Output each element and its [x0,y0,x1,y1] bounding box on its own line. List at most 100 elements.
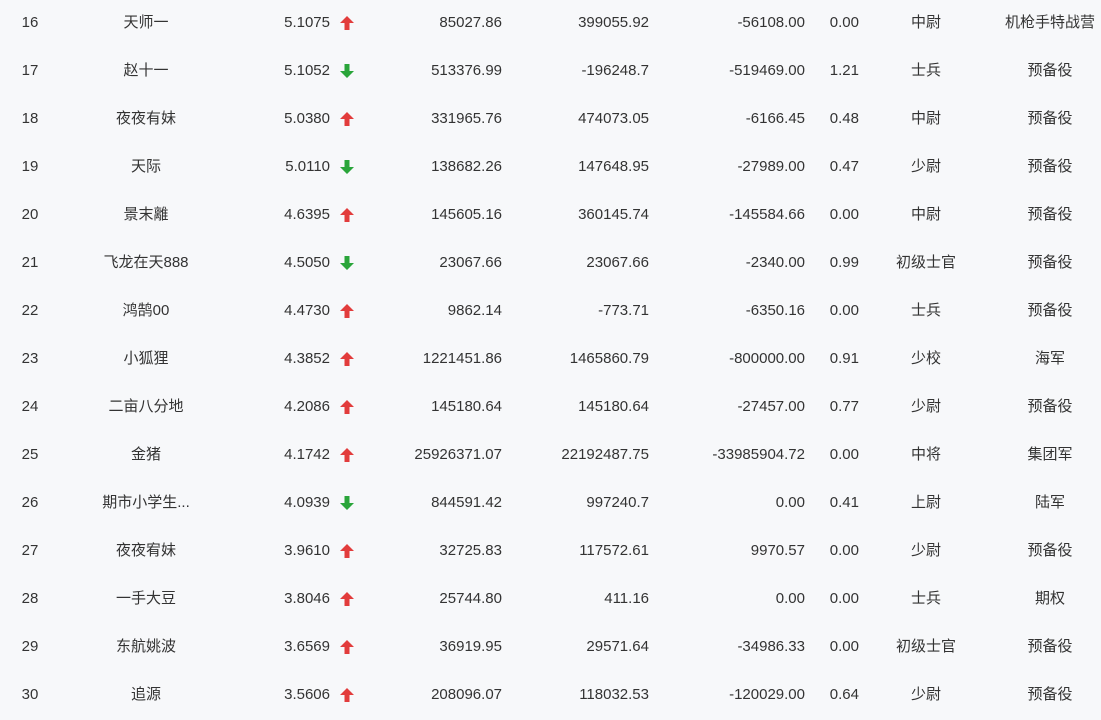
value1-cell: 25744.80 [439,590,502,607]
trader-name-cell[interactable]: 夜夜有妹 [86,95,206,143]
unit-cell: 预备役 [1027,206,1073,223]
ratio-cell: 0.00 [829,206,859,223]
table-row[interactable]: 19 天际 5.0110 138682.26 147648.95 -27989.00 0.4… [0,143,1101,191]
value1-cell: 25926371.07 [414,446,502,463]
unit-cell: 预备役 [1027,254,1073,271]
table-row[interactable]: 28 一手大豆 3.8046 25744.80 411.16 0.00 0.00 士兵 期权 [0,575,1101,623]
rank-cell: 25 [21,446,39,463]
trader-name-cell[interactable]: 景末離 [86,191,206,239]
military-rank-cell: 中尉 [910,14,941,31]
value1-cell: 36919.95 [439,638,502,655]
table-row[interactable]: 29 东航姚波 3.6569 36919.95 29571.64 -34986.33 0.0… [0,623,1101,671]
value1-cell: 1221451.86 [422,350,502,367]
ratio-cell: 0.00 [829,638,859,655]
value3-cell: -145584.66 [729,206,805,223]
ratio-cell: 0.00 [829,542,859,559]
score-cell: 3.6569 [284,638,330,655]
arrow-down-icon [340,496,354,510]
rank-cell: 18 [21,110,39,127]
arrow-up-icon [340,448,354,462]
military-rank-cell: 上尉 [910,494,941,511]
value1-cell: 331965.76 [431,110,502,127]
arrow-down-icon [340,64,354,78]
value3-cell: -2340.00 [745,254,805,271]
table-row[interactable]: 25 金猪 4.1742 25926371.07 22192487.75 -3398590… [0,431,1101,479]
table-row[interactable]: 26 期市小学生... 4.0939 844591.42 997240.7 0.00 0.4… [0,479,1101,527]
trader-name-cell[interactable]: 鸿鹄00 [86,287,206,335]
military-rank-cell: 少尉 [910,158,941,175]
trader-name-cell[interactable]: 金猪 [86,431,206,479]
value1-cell: 85027.86 [439,14,502,31]
table-row[interactable]: 22 鸿鹄00 4.4730 9862.14 -773.71 -6350.16 0.00 士兵… [0,287,1101,335]
rank-cell: 16 [21,14,39,31]
value2-cell: 23067.66 [586,254,649,271]
rank-cell: 26 [21,494,39,511]
ratio-cell: 0.77 [829,398,859,415]
value3-cell: -6166.45 [745,110,805,127]
score-cell: 4.3852 [284,350,330,367]
score-cell: 4.6395 [284,206,330,223]
table-row[interactable]: 24 二亩八分地 4.2086 145180.64 145180.64 -27457.00… [0,383,1101,431]
ratio-cell: 0.00 [829,446,859,463]
trader-name-cell[interactable]: 天师一 [86,0,206,47]
value1-cell: 844591.42 [431,494,502,511]
rank-cell: 27 [21,542,39,559]
trader-name-cell[interactable]: 一手大豆 [86,575,206,623]
value2-cell: 474073.05 [578,110,649,127]
table-row[interactable]: 23 小狐狸 4.3852 1221451.86 1465860.79 -800000.0… [0,335,1101,383]
value1-cell: 32725.83 [439,542,502,559]
arrow-up-icon [340,112,354,126]
trader-name-cell[interactable]: 期市小学生... [86,479,206,527]
ratio-cell: 0.00 [829,14,859,31]
unit-cell: 陆军 [1034,494,1065,511]
unit-cell: 预备役 [1027,302,1073,319]
ranking-table: 16 天师一 5.1075 85027.86 399055.92 -56108.00 0.0… [0,0,1101,720]
rank-cell: 17 [21,62,39,79]
ratio-cell: 0.00 [829,590,859,607]
military-rank-cell: 士兵 [910,62,941,79]
value1-cell: 23067.66 [439,254,502,271]
score-cell: 4.4730 [284,302,330,319]
trader-name-cell[interactable]: 赵十一 [86,47,206,95]
ratio-cell: 0.41 [829,494,859,511]
value3-cell: -27989.00 [737,158,805,175]
military-rank-cell: 中尉 [910,206,941,223]
score-cell: 4.0939 [284,494,330,511]
ratio-cell: 0.47 [829,158,859,175]
value3-cell: 0.00 [775,494,805,511]
arrow-up-icon [340,544,354,558]
score-cell: 5.1075 [284,14,330,31]
value1-cell: 138682.26 [431,158,502,175]
trader-name-cell[interactable]: 小狐狸 [86,335,206,383]
value2-cell: 22192487.75 [561,446,649,463]
trader-name-cell[interactable]: 二亩八分地 [86,383,206,431]
value2-cell: 399055.92 [578,14,649,31]
value2-cell: 145180.64 [578,398,649,415]
rank-cell: 28 [21,590,39,607]
table-row[interactable]: 20 景末離 4.6395 145605.16 360145.74 -145584.66 0… [0,191,1101,239]
military-rank-cell: 少尉 [910,398,941,415]
military-rank-cell: 少尉 [910,542,941,559]
ratio-cell: 0.00 [829,302,859,319]
trader-name-cell[interactable]: 天际 [86,143,206,191]
table-row[interactable]: 18 夜夜有妹 5.0380 331965.76 474073.05 -6166.45 0.… [0,95,1101,143]
score-cell: 3.8046 [284,590,330,607]
value3-cell: -33985904.72 [712,446,805,463]
unit-cell: 集团军 [1027,446,1073,463]
unit-cell: 预备役 [1027,110,1073,127]
score-cell: 3.9610 [284,542,330,559]
table-row[interactable]: 16 天师一 5.1075 85027.86 399055.92 -56108.00 0.0… [0,0,1101,47]
table-row[interactable]: 27 夜夜宥妹 3.9610 32725.83 117572.61 9970.57 0.00… [0,527,1101,575]
unit-cell: 海军 [1034,350,1065,367]
value3-cell: 9970.57 [750,542,805,559]
ratio-cell: 0.99 [829,254,859,271]
rank-cell: 24 [21,398,39,415]
value2-cell: 411.16 [604,590,649,607]
rank-cell: 22 [21,302,39,319]
table-row[interactable]: 21 飞龙在天888 4.5050 23067.66 23067.66 -2340.00 0… [0,239,1101,287]
rank-cell: 23 [21,350,39,367]
trader-name-cell[interactable]: 夜夜宥妹 [86,527,206,575]
trader-name-cell[interactable]: 飞龙在天888 [86,239,206,287]
trader-name-cell[interactable]: 东航姚波 [86,623,206,671]
table-row[interactable]: 17 赵十一 5.1052 513376.99 -196248.7 -519469.00 1… [0,47,1101,95]
